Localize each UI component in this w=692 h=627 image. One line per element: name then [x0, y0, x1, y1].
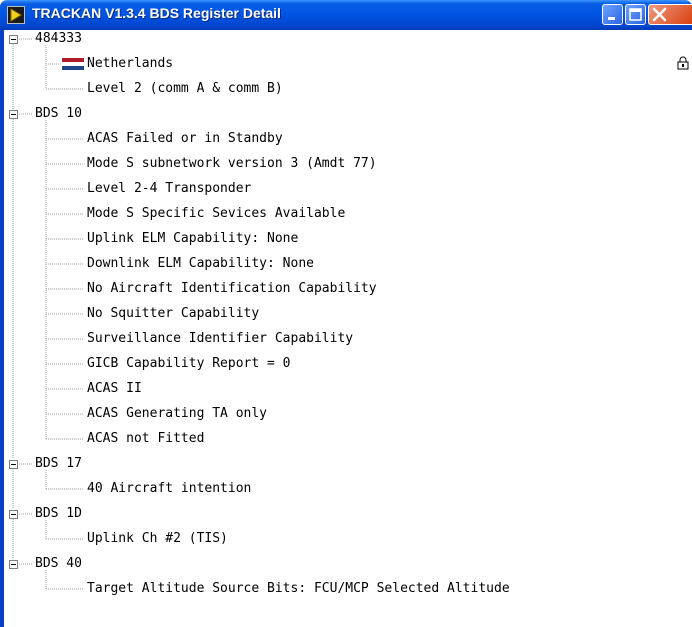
tree-group-label[interactable]: 484333: [35, 31, 82, 47]
collapse-toggle-icon[interactable]: [9, 560, 18, 569]
close-button[interactable]: [648, 4, 692, 25]
tree-group-label[interactable]: BDS 40: [35, 556, 82, 572]
tree-item-label[interactable]: ACAS Generating TA only: [87, 406, 267, 422]
collapse-toggle-icon[interactable]: [9, 460, 18, 469]
tree-item-label[interactable]: Uplink Ch #2 (TIS): [87, 531, 228, 547]
collapse-toggle-icon[interactable]: [9, 35, 18, 44]
tree-item-label[interactable]: Target Altitude Source Bits: FCU/MCP Sel…: [87, 581, 510, 597]
minimize-icon: [608, 17, 615, 20]
tree-item-label[interactable]: 40 Aircraft intention: [87, 481, 251, 497]
tree-item-label[interactable]: ACAS II: [87, 381, 142, 397]
tree-item-label[interactable]: No Squitter Capability: [87, 306, 259, 322]
window-title: TRACKAN V1.3.4 BDS Register Detail: [32, 5, 281, 21]
tree-item-label[interactable]: Uplink ELM Capability: None: [87, 231, 298, 247]
minimize-button[interactable]: [602, 4, 623, 25]
app-run-icon[interactable]: [7, 6, 25, 24]
title-bar[interactable]: TRACKAN V1.3.4 BDS Register Detail: [0, 0, 692, 30]
tree-group-label[interactable]: BDS 10: [35, 106, 82, 122]
collapse-toggle-icon[interactable]: [9, 110, 18, 119]
bds-register-window: TRACKAN V1.3.4 BDS Register Detail 48433…: [0, 0, 692, 627]
tree-item-label[interactable]: GICB Capability Report = 0: [87, 356, 291, 372]
tree-item-label[interactable]: Mode S Specific Sevices Available: [87, 206, 345, 222]
collapse-toggle-icon[interactable]: [9, 510, 18, 519]
tree-group-label[interactable]: BDS 1D: [35, 506, 82, 522]
lock-icon: [677, 56, 689, 70]
maximize-button[interactable]: [625, 4, 646, 25]
maximize-icon: [629, 8, 642, 21]
tree-group-label[interactable]: BDS 17: [35, 456, 82, 472]
tree-item-label[interactable]: ACAS not Fitted: [87, 431, 204, 447]
tree-item-label[interactable]: Surveillance Identifier Capability: [87, 331, 353, 347]
tree-item-label[interactable]: Downlink ELM Capability: None: [87, 256, 314, 272]
tree-view[interactable]: 484333 Netherlands Level 2 (comm A & comm …: [4, 30, 692, 627]
tree-item-label[interactable]: Level 2-4 Transponder: [87, 181, 251, 197]
tree-item-label[interactable]: No Aircraft Identification Capability: [87, 281, 377, 297]
tree-item-label[interactable]: Level 2 (comm A & comm B): [87, 81, 283, 97]
tree-item-label[interactable]: ACAS Failed or in Standby: [87, 131, 283, 147]
tree-item-label[interactable]: Mode S subnetwork version 3 (Amdt 77): [87, 156, 377, 172]
netherlands-flag-icon: [62, 58, 84, 70]
close-icon: [652, 7, 667, 22]
tree-item-label[interactable]: Netherlands: [87, 56, 173, 72]
